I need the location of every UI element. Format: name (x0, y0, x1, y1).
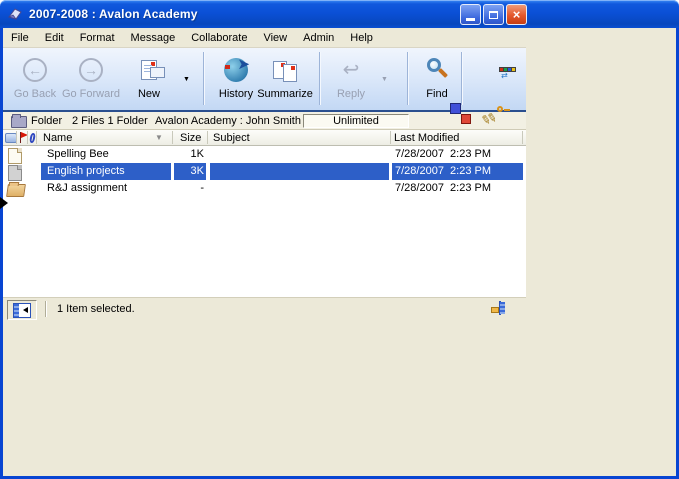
row-spelling-bee-modified[interactable]: 7/28/2007 2:23 PM (395, 148, 491, 160)
go-back-icon: ← (23, 58, 47, 82)
folder-counts: 2 Files 1 Folder (72, 115, 148, 127)
row-english-projects-name[interactable]: English projects (47, 165, 125, 177)
status-text: 1 Item selected. (57, 303, 135, 315)
row-english-projects-modified[interactable]: 7/28/2007 2:23 PM (395, 165, 491, 177)
name-column-menu-arrow[interactable]: ▼ (155, 133, 163, 142)
toolbar: ← Go Back → Go Forward New ▼ ➤ (3, 48, 526, 112)
reply-dropdown-arrow[interactable]: ▼ (381, 72, 388, 84)
column-last-modified[interactable]: Last Modified (394, 132, 459, 144)
reply-button[interactable]: ↩ Reply (327, 51, 375, 107)
find-icon (424, 57, 450, 83)
reply-icon: ↩ (343, 57, 360, 82)
folder-info-bar: Folder 2 Files 1 Folder Avalon Academy :… (3, 112, 526, 130)
row-rj-assignment-size[interactable]: - (172, 182, 204, 194)
status-bar: 1 Item selected. (3, 297, 526, 320)
folder-type-label: Folder (31, 115, 62, 127)
view-margin-marker (0, 197, 8, 209)
menu-edit[interactable]: Edit (37, 30, 72, 46)
document-icon (8, 165, 22, 181)
location-indicator-icon (499, 301, 501, 315)
window-title: 2007-2008 : Avalon Academy (29, 7, 198, 21)
notebook-app-icon (7, 6, 23, 22)
row-spelling-bee-size[interactable]: 1K (172, 148, 204, 160)
close-button[interactable]: × (506, 4, 527, 25)
new-button[interactable]: New (125, 51, 173, 107)
menu-message[interactable]: Message (123, 30, 184, 46)
sidebar-toggle-button[interactable] (7, 300, 37, 320)
row-rj-assignment-modified[interactable]: 7/28/2007 2:23 PM (395, 182, 491, 194)
menu-admin[interactable]: Admin (295, 30, 342, 46)
summarize-button[interactable]: Summarize (253, 51, 317, 107)
folder-icon (11, 116, 27, 128)
document-icon (8, 148, 22, 164)
menu-help[interactable]: Help (342, 30, 381, 46)
quota-field: Unlimited (303, 114, 409, 128)
desktop: Journal : Avalon Academy × File Edit For… (0, 0, 679, 479)
column-header-row: Name ▼ Size Subject Last Modified (3, 130, 526, 146)
folder-row-icon (6, 184, 26, 197)
menu-view[interactable]: View (255, 30, 295, 46)
location-indicator-button[interactable] (499, 302, 501, 314)
go-forward-button[interactable]: → Go Forward (61, 51, 121, 107)
year-titlebar[interactable]: 2007-2008 : Avalon Academy × (0, 0, 679, 28)
menu-collaborate[interactable]: Collaborate (183, 30, 255, 46)
maximize-button[interactable] (483, 4, 504, 25)
year-window: 2007-2008 : Avalon Academy × File Edit F… (0, 410, 529, 479)
go-forward-icon: → (79, 58, 103, 82)
row-english-projects-size[interactable]: 3K (172, 165, 204, 177)
column-size[interactable]: Size (180, 132, 201, 144)
column-name[interactable]: Name (43, 132, 72, 144)
attachment-column-icon[interactable] (29, 133, 36, 144)
menu-format[interactable]: Format (72, 30, 123, 46)
sidebar-toggle-icon (13, 303, 31, 318)
menu-file[interactable]: File (3, 30, 37, 46)
go-back-button[interactable]: ← Go Back (9, 51, 61, 107)
minimize-button[interactable] (460, 4, 481, 25)
document-list: Spelling Bee 1K 7/28/2007 2:23 PM Englis… (3, 146, 526, 297)
menu-bar: File Edit Format Message Collaborate Vie… (3, 28, 526, 48)
folder-owner: Avalon Academy : John Smith (155, 115, 301, 127)
row-rj-assignment-name[interactable]: R&J assignment (47, 182, 127, 194)
find-button[interactable]: Find (415, 51, 459, 107)
history-icon: ➤ (224, 58, 248, 82)
column-subject[interactable]: Subject (213, 132, 250, 144)
row-spelling-bee-name[interactable]: Spelling Bee (47, 148, 109, 160)
new-dropdown-arrow[interactable]: ▼ (183, 72, 190, 84)
